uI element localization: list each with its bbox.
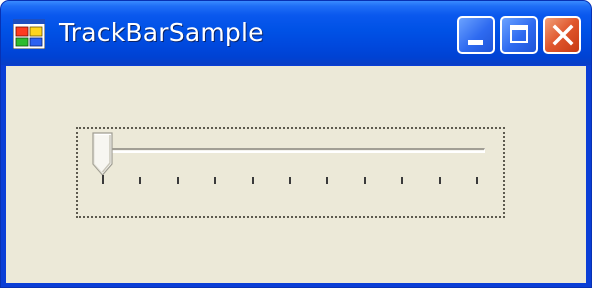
maximize-button[interactable] [500, 16, 538, 54]
trackbar-tick [102, 175, 104, 184]
trackbar-tick [438, 177, 441, 184]
trackbar-tick [401, 177, 404, 184]
title-bar[interactable]: TrackBarSample [1, 1, 591, 65]
trackbar[interactable] [76, 127, 505, 218]
trackbar-tick [251, 177, 254, 184]
close-icon [552, 24, 574, 46]
trackbar-tick [363, 177, 366, 184]
trackbar-groove [98, 148, 485, 153]
trackbar-tick [139, 177, 142, 184]
app-icon[interactable] [13, 19, 45, 49]
app-window: TrackBarSample [0, 0, 592, 288]
trackbar-tick [289, 177, 291, 184]
window-title: TrackBarSample [59, 18, 264, 47]
form-client-area [6, 66, 586, 283]
trackbar-tick [476, 177, 478, 184]
trackbar-thumb[interactable] [92, 132, 114, 176]
trackbar-tick [214, 177, 217, 184]
close-button[interactable] [543, 16, 581, 54]
minimize-icon [468, 40, 483, 45]
trackbar-tick [326, 177, 329, 184]
maximize-icon [510, 25, 528, 43]
trackbar-tick [176, 177, 179, 184]
minimize-button[interactable] [457, 16, 495, 54]
